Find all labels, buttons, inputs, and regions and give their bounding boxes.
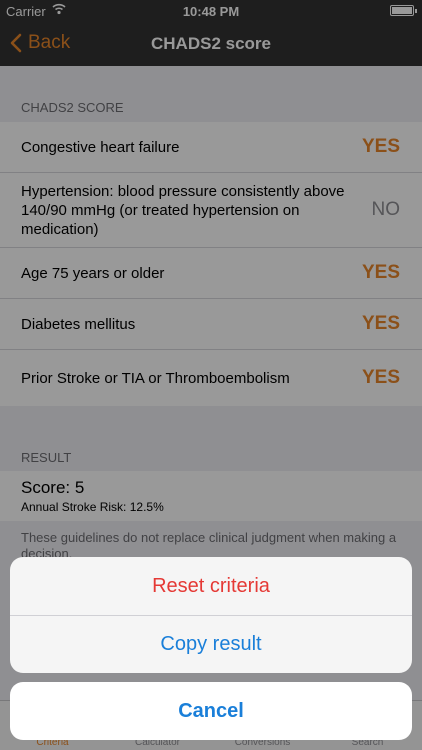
copy-result-button[interactable]: Copy result (10, 615, 412, 673)
action-sheet: Reset criteria Copy result (10, 557, 412, 673)
reset-criteria-button[interactable]: Reset criteria (10, 557, 412, 615)
cancel-button[interactable]: Cancel (10, 682, 412, 740)
cancel-group: Cancel (10, 682, 412, 740)
